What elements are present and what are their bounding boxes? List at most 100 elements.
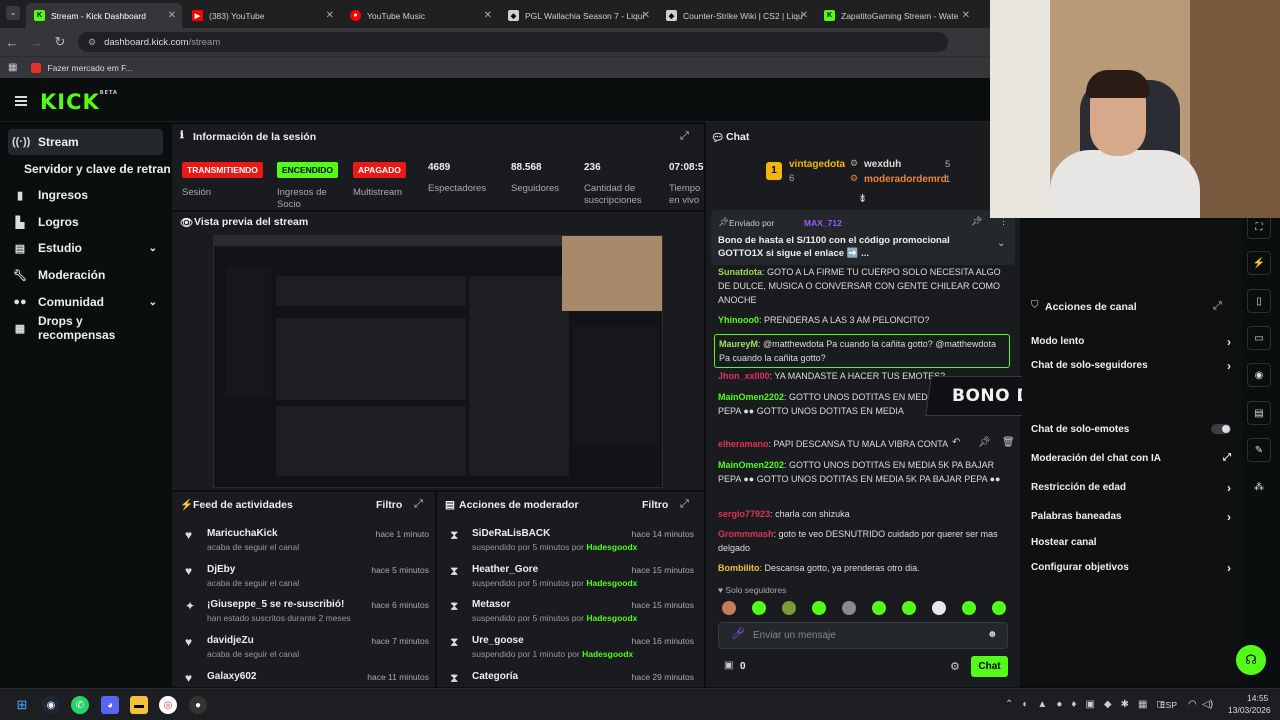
broadcast-icon[interactable]: ◉ bbox=[1247, 363, 1271, 387]
channel-action-item[interactable]: Palabras baneadas › bbox=[1031, 510, 1231, 524]
channel-action-item[interactable]: Modo lento › bbox=[1031, 335, 1231, 349]
obs-icon[interactable]: ● bbox=[189, 696, 207, 714]
close-tab-icon[interactable]: ✕ bbox=[484, 10, 492, 21]
reload-icon[interactable]: ↻ bbox=[48, 34, 72, 50]
chat-username[interactable]: Jhon_xxll00 bbox=[718, 371, 770, 381]
sidebar-item-server-key[interactable]: Servidor y clave de retransm bbox=[24, 156, 170, 182]
emote-icon[interactable] bbox=[812, 601, 826, 615]
browser-tab-counter-strike-wiki[interactable]: ◆ Counter-Strike Wiki | CS2 | Liqu ✕ bbox=[658, 3, 814, 28]
whatsapp-icon[interactable]: ✆ bbox=[71, 696, 89, 714]
list-item[interactable]: ⧗ Categoría hace 29 minutos bbox=[440, 671, 700, 686]
chat-message[interactable]: elheramano: PAPI DESCANSA TU MALA VIBRA … bbox=[718, 437, 1010, 451]
tab-search-button[interactable]: ⌄ bbox=[6, 6, 20, 20]
extensions-icon[interactable]: ⁂ bbox=[1247, 475, 1271, 499]
document-icon[interactable]: ▯ bbox=[1247, 289, 1271, 313]
expand-icon[interactable]: ⤢ bbox=[680, 130, 689, 143]
bookmark-mercado[interactable]: Fazer mercado em F... bbox=[47, 63, 132, 73]
system-tray-icons[interactable]: ⌃◐▲●♦▣◆✱▦◻ bbox=[1005, 699, 1174, 710]
emote-icon[interactable] bbox=[992, 601, 1006, 615]
list-item[interactable]: ⧗ Heather_Gore suspendido por 5 minutos … bbox=[440, 564, 700, 600]
expand-icon[interactable]: ⤢ bbox=[1213, 300, 1222, 313]
channel-action-item[interactable]: Chat de solo-seguidores › bbox=[1031, 359, 1231, 373]
leaderboard-user-2[interactable]: wexduh bbox=[864, 159, 901, 170]
toggle-switch[interactable] bbox=[1211, 424, 1231, 434]
chat-settings-icon[interactable]: ⚙ bbox=[950, 660, 960, 673]
emote-icon[interactable] bbox=[752, 601, 766, 615]
menu-hamburger-icon[interactable] bbox=[15, 96, 27, 106]
close-tab-icon[interactable]: ✕ bbox=[168, 10, 176, 21]
apps-grid-icon[interactable]: ▦ bbox=[8, 62, 17, 73]
sidebar-item-stream[interactable]: ((·)) Stream bbox=[8, 129, 163, 155]
discord-icon[interactable]: ◕ bbox=[101, 696, 119, 714]
chat-message[interactable]: MaureyM: @matthewdota Pa cuando la cañit… bbox=[714, 334, 1010, 368]
language-indicator[interactable]: ESP bbox=[1160, 700, 1177, 710]
help-headset-icon[interactable]: ☊ bbox=[1236, 645, 1266, 675]
forward-icon[interactable]: → bbox=[24, 35, 48, 50]
back-icon[interactable]: ← bbox=[0, 35, 24, 50]
close-tab-icon[interactable]: ✕ bbox=[800, 10, 808, 21]
microphone-icon[interactable]: 🎤︎ bbox=[731, 627, 745, 640]
list-item[interactable]: ♥ MaricuchaKick acaba de seguir el canal… bbox=[175, 528, 435, 564]
close-tab-icon[interactable]: ✕ bbox=[962, 10, 970, 21]
sidebar-item-drops[interactable]: ▦ Drops y recompensas bbox=[8, 314, 163, 342]
chat-message[interactable]: Sunatdota: GOTO A LA FIRME TU CUERPO SOL… bbox=[718, 265, 1010, 307]
chat-message[interactable]: Bombilito: Descansa gotto, ya prenderas … bbox=[718, 561, 1010, 575]
expand-icon[interactable]: ⤢ bbox=[414, 498, 423, 511]
sidebar-item-community[interactable]: ●● Comunidad ⌄ bbox=[8, 289, 163, 315]
emote-icon[interactable] bbox=[782, 601, 796, 615]
chat-username[interactable]: MainOmen2202 bbox=[718, 460, 784, 470]
list-item[interactable]: ⧗ SiDeRaLisBACK suspendido por 5 minutos… bbox=[440, 528, 700, 564]
list-item[interactable]: ♥ Galaxy602 hace 11 minutos bbox=[175, 671, 435, 686]
delete-icon[interactable]: 🗑︎ bbox=[1002, 437, 1015, 448]
activity-feed-filter[interactable]: Filtro bbox=[376, 499, 402, 511]
chat-username[interactable]: elheramano bbox=[718, 439, 769, 449]
chat-username[interactable]: Grommmash bbox=[718, 529, 774, 539]
close-tab-icon[interactable]: ✕ bbox=[642, 10, 650, 21]
fullscreen-icon[interactable]: ⛶ bbox=[1247, 215, 1271, 239]
reply-icon[interactable]: ↶ bbox=[952, 437, 960, 448]
channel-action-item[interactable]: Hostear canal bbox=[1031, 537, 1231, 548]
emote-icon[interactable] bbox=[962, 601, 976, 615]
chat-message[interactable]: sergio77923: charla con shizuka bbox=[718, 507, 1010, 521]
browser-tab-youtube[interactable]: ▶ (383) YouTube ✕ bbox=[184, 3, 340, 28]
emote-icon[interactable] bbox=[932, 601, 946, 615]
windows-start-icon[interactable]: ⊞ bbox=[13, 696, 31, 714]
browser-tab-kick-dashboard[interactable]: K Stream - Kick Dashboard ✕ bbox=[26, 3, 182, 28]
channel-action-item[interactable]: Moderación del chat con IA ⤢ bbox=[1031, 452, 1231, 464]
emote-icon[interactable] bbox=[902, 601, 916, 615]
list-item[interactable]: ✦ ¡Giuseppe_5 se re-suscribió! han estad… bbox=[175, 599, 435, 635]
chat-message[interactable]: Grommmash: goto te veo DESNUTRIDO cuidad… bbox=[718, 527, 1010, 555]
pinned-by-user[interactable]: MAX_712 bbox=[804, 218, 842, 228]
close-tab-icon[interactable]: ✕ bbox=[326, 10, 334, 21]
unpin-icon[interactable]: 📌︎ bbox=[971, 216, 982, 227]
chat-message[interactable]: MainOmen2202: GOTTO UNOS DOTITAS EN MEDI… bbox=[718, 458, 1010, 486]
chat-username[interactable]: MaureyM bbox=[719, 339, 758, 349]
chat-username[interactable]: MainOmen2202 bbox=[718, 392, 784, 402]
sidebar-item-studio[interactable]: ▤ Estudio ⌄ bbox=[8, 235, 163, 261]
list-item[interactable]: ⧗ Metasor suspendido por 5 minutos por H… bbox=[440, 599, 700, 635]
browser-tab-zapatito-stream[interactable]: K ZapatitoGaming Stream - Wate ✕ bbox=[816, 3, 976, 28]
chat-username[interactable]: Yhinooo0 bbox=[718, 315, 759, 325]
sidebar-item-achievements[interactable]: ▙ Logros bbox=[8, 209, 163, 235]
expand-icon[interactable]: ⤢ bbox=[680, 498, 689, 511]
chat-bubble-icon[interactable]: ▭ bbox=[1247, 326, 1271, 350]
leaderboard-user-1[interactable]: vintagedota bbox=[789, 159, 845, 170]
channel-action-item[interactable]: Restricción de edad › bbox=[1031, 481, 1231, 495]
emote-icon[interactable] bbox=[842, 601, 856, 615]
list-icon[interactable]: ▤ bbox=[1247, 401, 1271, 425]
chat-username[interactable]: Bombilito bbox=[718, 563, 760, 573]
leaderboard-user-3[interactable]: moderadordemrd bbox=[864, 174, 947, 185]
chevron-down-icon[interactable]: ⌄ bbox=[997, 238, 1005, 249]
chat-username[interactable]: sergio77923 bbox=[718, 509, 770, 519]
browser-tab-pgl-wallachia[interactable]: ◆ PGL Wallachia Season 7 - Liqui ✕ bbox=[500, 3, 656, 28]
sidebar-item-income[interactable]: ▮ Ingresos bbox=[8, 182, 163, 208]
channel-action-item[interactable]: Chat de solo-emotes bbox=[1031, 424, 1231, 435]
mod-actions-filter[interactable]: Filtro bbox=[642, 499, 668, 511]
pin-icon[interactable]: 📌︎ bbox=[978, 437, 991, 448]
sidebar-item-moderation[interactable]: 🔧︎ Moderación bbox=[8, 262, 163, 288]
browser-tab-youtube-music[interactable]: ● YouTube Music ✕ bbox=[342, 3, 498, 28]
emote-icon[interactable] bbox=[722, 601, 736, 615]
list-item[interactable]: ♥ davidjeZu acaba de seguir el canal hac… bbox=[175, 635, 435, 671]
chat-message[interactable]: Yhinooo0: PRENDERAS A LAS 3 AM PELONCITO… bbox=[718, 313, 1010, 327]
emote-icon[interactable] bbox=[872, 601, 886, 615]
